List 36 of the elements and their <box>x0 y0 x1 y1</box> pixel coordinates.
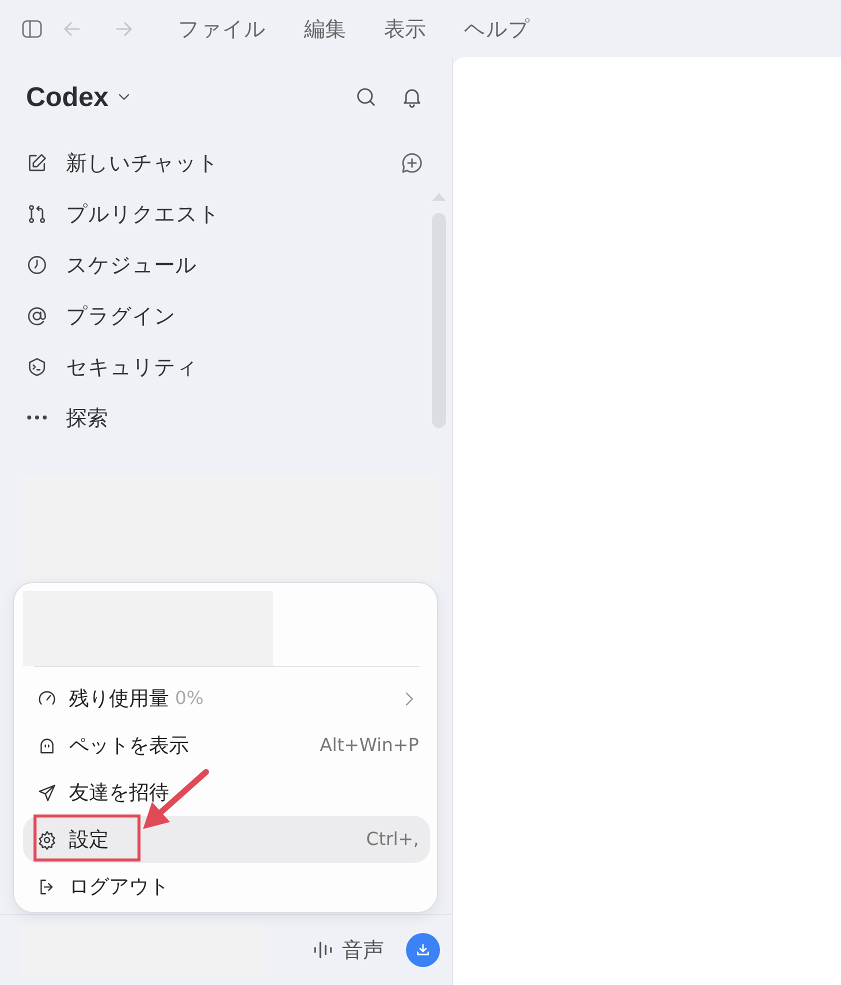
download-button[interactable] <box>406 933 440 967</box>
menu-item-label: ペットを表示 <box>69 732 189 759</box>
shortcut-label: Ctrl+, <box>366 829 419 850</box>
menu-item[interactable]: 編集 <box>304 14 346 42</box>
menu-item-label: 設定 <box>69 826 109 853</box>
menu-item[interactable]: 表示 <box>384 14 426 42</box>
add-chat-icon <box>400 150 424 174</box>
settings-icon <box>37 830 57 850</box>
at-sign-icon <box>26 304 48 326</box>
menu-item-label: ログアウト <box>69 873 169 900</box>
ellipsis-icon <box>27 415 47 420</box>
menu-item[interactable]: ヘルプ <box>464 14 530 42</box>
waveform-icon <box>314 941 332 959</box>
menu-item[interactable]: ログアウト <box>23 863 430 910</box>
menu-item-label: 残り使用量 <box>69 685 169 712</box>
nav-item[interactable]: プラグイン <box>0 290 452 341</box>
nav-item[interactable]: 探索 <box>0 392 452 443</box>
shortcut-label: Alt+Win+P <box>320 735 419 756</box>
pencil-square-icon <box>26 152 48 174</box>
nav-item[interactable]: セキュリティ <box>0 341 452 392</box>
usage-percent: 0% <box>175 688 204 709</box>
nav-item[interactable]: 新しいチャット <box>0 137 452 188</box>
menu-item-label: 友達を招待 <box>69 779 169 806</box>
voice-button[interactable]: 音声 <box>314 936 384 964</box>
branch-icon <box>26 202 48 224</box>
app-title-dropdown[interactable]: Codex <box>26 82 133 112</box>
nav-item[interactable]: スケジュール <box>0 239 452 290</box>
menu-item[interactable]: 残り使用量 0% <box>23 675 430 722</box>
paper-plane-icon <box>37 782 57 802</box>
clock-icon <box>26 254 48 276</box>
menu-item[interactable]: ファイル <box>178 14 266 42</box>
menu-item[interactable]: ペットを表示 Alt+Win+P <box>23 722 430 769</box>
menu-item[interactable]: 設定 Ctrl+, <box>23 816 430 863</box>
shield-terminal-icon <box>26 356 48 378</box>
menu-item[interactable]: 友達を招待 <box>23 769 430 816</box>
nav-item[interactable]: プルリクエスト <box>0 188 452 239</box>
